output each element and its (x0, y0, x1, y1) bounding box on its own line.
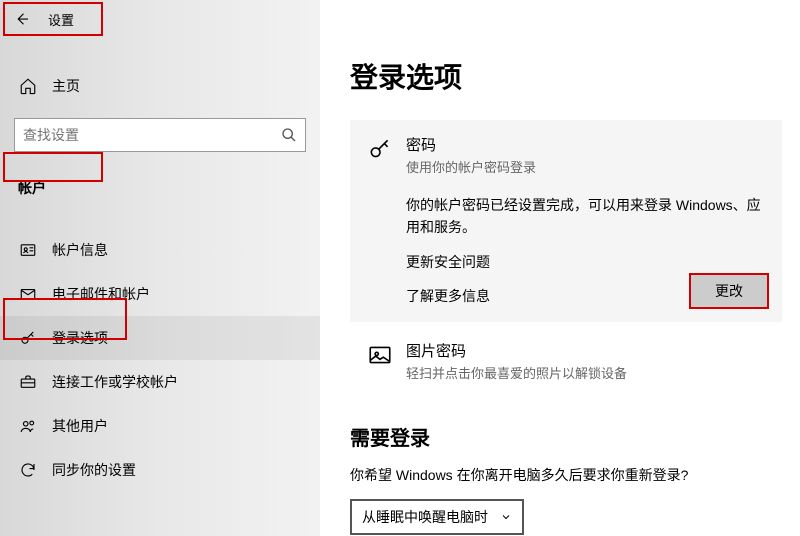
briefcase-icon (18, 373, 38, 391)
search-input[interactable] (23, 127, 281, 143)
picture-icon (364, 340, 396, 368)
search-icon (281, 127, 297, 143)
window-title: 设置 (48, 10, 74, 29)
sidebar-item-label: 连接工作或学校帐户 (52, 372, 178, 392)
sidebar-item-account-info[interactable]: 帐户信息 (0, 228, 320, 272)
mail-icon (18, 285, 38, 303)
back-button[interactable] (6, 3, 38, 35)
id-card-icon (18, 241, 38, 259)
password-subtitle: 使用你的帐户密码登录 (406, 157, 768, 176)
sync-icon (18, 461, 38, 479)
key-icon (18, 329, 38, 347)
sidebar-item-label: 其他用户 (52, 416, 108, 436)
home-link[interactable]: 主页 (0, 66, 320, 106)
sidebar-item-label: 电子邮件和帐户 (52, 284, 150, 304)
require-signin-question: 你希望 Windows 在你离开电脑多久后要求你重新登录? (350, 465, 782, 485)
require-signin-heading: 需要登录 (350, 422, 782, 451)
chevron-down-icon (500, 511, 512, 523)
sidebar-item-sync-settings[interactable]: 同步你的设置 (0, 448, 320, 492)
sidebar-item-label: 帐户信息 (52, 240, 108, 260)
password-option-card: 密码 使用你的帐户密码登录 你的帐户密码已经设置完成，可以用来登录 Window… (350, 120, 782, 322)
sidebar-item-label: 登录选项 (52, 328, 108, 348)
update-security-questions-link[interactable]: 更新安全问题 (406, 251, 768, 273)
password-title: 密码 (406, 134, 768, 155)
sidebar-item-email-accounts[interactable]: 电子邮件和帐户 (0, 272, 320, 316)
search-box[interactable] (14, 118, 306, 152)
password-body-text: 你的帐户密码已经设置完成，可以用来登录 Windows、应用和服务。 (406, 194, 768, 239)
page-title: 登录选项 (350, 56, 782, 96)
category-label: 帐户 (18, 172, 320, 204)
picture-password-subtitle: 轻扫并点击你最喜爱的照片以解锁设备 (406, 363, 768, 382)
home-icon (18, 77, 38, 95)
change-password-button[interactable]: 更改 (690, 274, 768, 308)
key-icon (364, 134, 396, 176)
sidebar-item-signin-options[interactable]: 登录选项 (0, 316, 320, 360)
dropdown-selected-value: 从睡眠中唤醒电脑时 (362, 507, 488, 527)
sidebar-item-label: 同步你的设置 (52, 460, 136, 480)
users-icon (18, 417, 38, 435)
back-arrow-icon (13, 10, 31, 28)
sidebar-item-other-users[interactable]: 其他用户 (0, 404, 320, 448)
sidebar-item-work-school[interactable]: 连接工作或学校帐户 (0, 360, 320, 404)
home-label: 主页 (52, 76, 80, 96)
require-signin-dropdown[interactable]: 从睡眠中唤醒电脑时 (350, 499, 524, 535)
picture-password-option[interactable]: 图片密码 轻扫并点击你最喜爱的照片以解锁设备 (350, 340, 782, 382)
picture-password-title: 图片密码 (406, 340, 768, 361)
